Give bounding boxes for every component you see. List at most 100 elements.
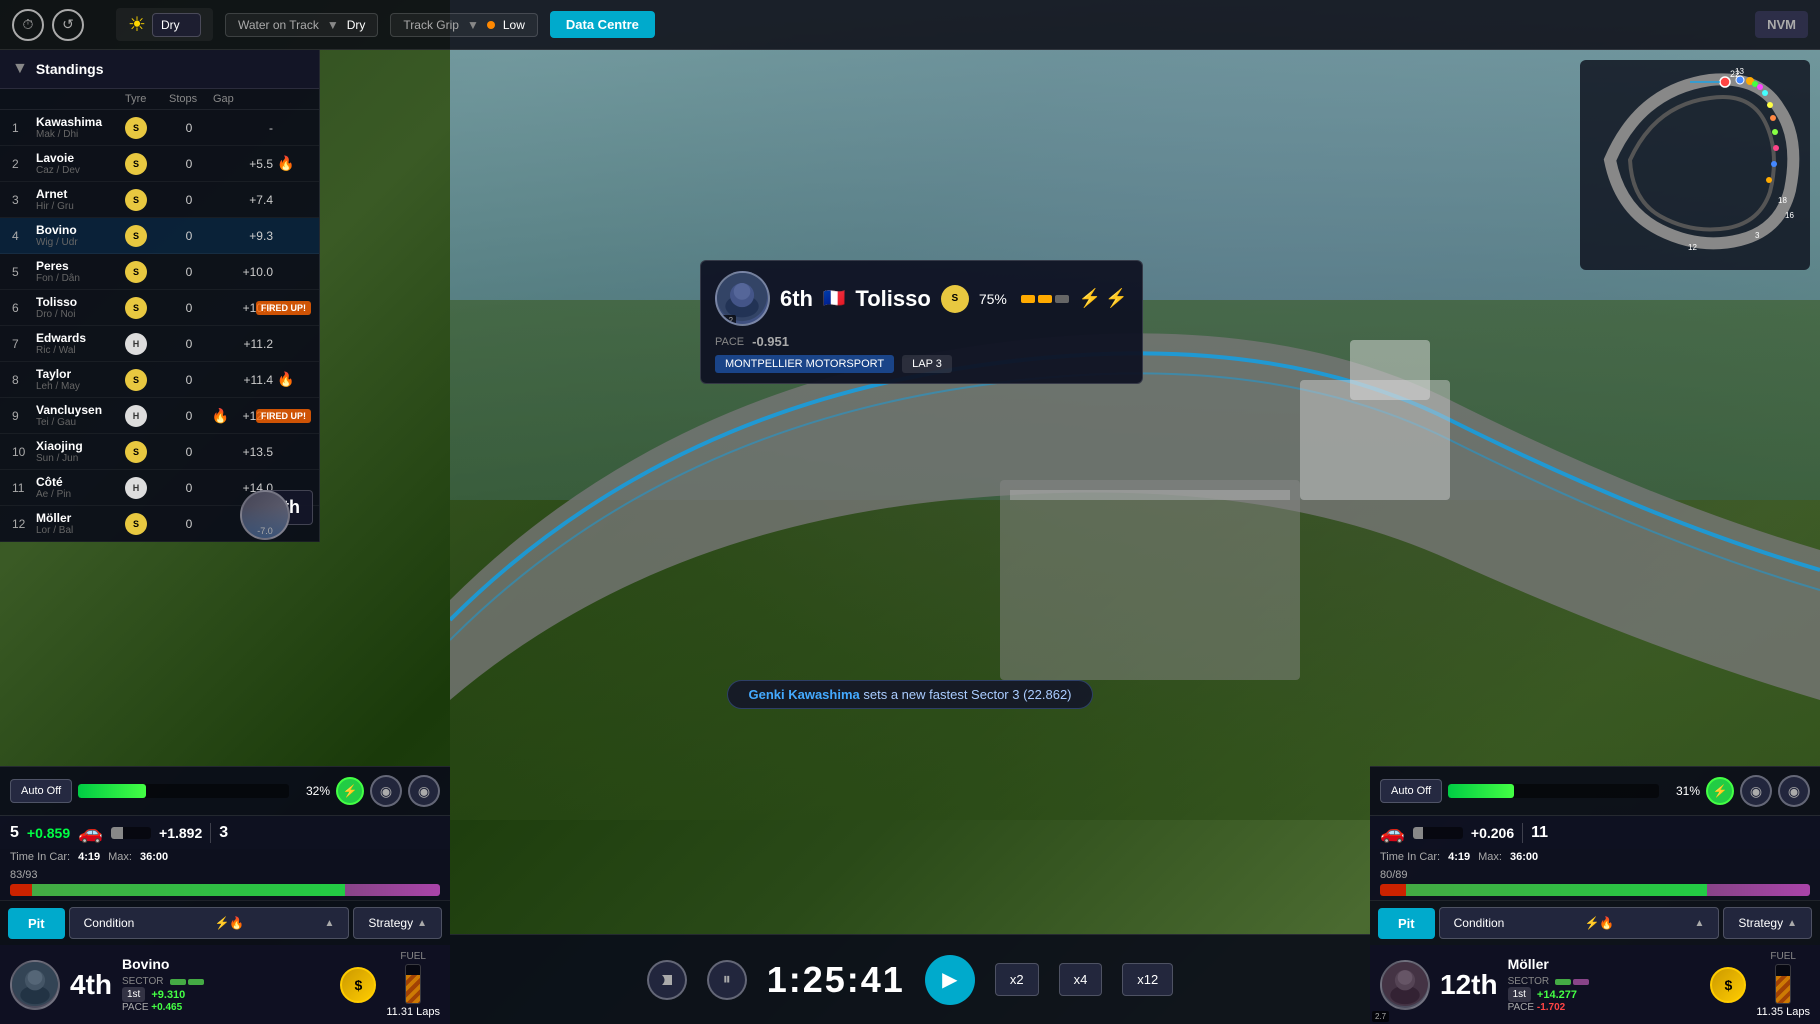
position: 12 xyxy=(12,517,32,531)
table-row[interactable]: 9 Vancluysen Tei / Gau H 0 +12.1 FIRED U… xyxy=(0,398,319,434)
circle-btn-3[interactable]: ◉ xyxy=(1740,775,1772,807)
auto-off-button-right[interactable]: Auto Off xyxy=(1380,779,1442,803)
position: 2 xyxy=(12,157,32,171)
bottom-driver-row: 4th Bovino Sector 1st +9.310 PACE +0.465… xyxy=(0,945,450,1024)
table-row[interactable]: 7 Edwards Ric / Wal H 0 +11.2 xyxy=(0,326,319,362)
speed-x12-button[interactable]: x12 xyxy=(1122,963,1173,996)
position: 7 xyxy=(12,337,32,351)
position: 3 xyxy=(12,193,32,207)
table-row[interactable]: 3 Arnet Hir / Gru S 0 +7.4 xyxy=(0,182,319,218)
circle-btn-2[interactable]: ◉ xyxy=(408,775,440,807)
position: 10 xyxy=(12,445,32,459)
table-row[interactable]: 10 Xiaojing Sun / Jun S 0 +13.5 xyxy=(0,434,319,470)
position: 6 xyxy=(12,301,32,315)
energy-boost-button[interactable]: ⚡ xyxy=(336,777,364,805)
track-grip-section: Track Grip ▼ Low xyxy=(390,13,537,37)
driver-name: Möller xyxy=(36,511,121,525)
clock-icon[interactable]: ⏱ xyxy=(12,9,44,41)
stops: 0 xyxy=(169,265,209,279)
sector-pos: 1st xyxy=(122,987,145,1002)
sector-bars xyxy=(170,979,204,985)
team-badge: MONTPELLIER MOTORSPORT xyxy=(715,355,894,373)
flame-icon2: 🔥 xyxy=(212,407,229,424)
condition-button-right[interactable]: Condition ⚡🔥 ▲ xyxy=(1439,907,1720,939)
water-track-value: Dry xyxy=(347,18,366,32)
gap: +7.4 xyxy=(213,193,273,207)
tyre-icon: S xyxy=(125,189,147,211)
gap: +10.0 xyxy=(213,265,273,279)
auto-off-button[interactable]: Auto Off xyxy=(10,779,72,803)
stamina-green-right xyxy=(1406,884,1707,896)
stops: 0 xyxy=(169,301,209,315)
pit-button[interactable]: Pit xyxy=(8,908,65,939)
speed-x4-button[interactable]: x4 xyxy=(1059,963,1103,996)
bottom-right-panel: Auto Off 31% ⚡ ◉ ◉ 🚗 +0.206 11 Time In C… xyxy=(1370,766,1820,1024)
table-row[interactable]: 2 Lavoie Caz / Dev S 0 +5.5 🔥 xyxy=(0,146,319,182)
driver-name: Edwards xyxy=(36,331,121,345)
fired-up-badge: FIRED UP! xyxy=(256,409,311,423)
action-row-right: Pit Condition ⚡🔥 ▲ Strategy ▲ xyxy=(1370,900,1820,945)
divider xyxy=(210,823,211,843)
table-row[interactable]: 6 Tolisso Dro / Noi S 0 +10.9 FIRED UP! xyxy=(0,290,319,326)
speed-x2-button[interactable]: x2 xyxy=(995,963,1039,996)
sector-bar-r2 xyxy=(1573,979,1589,985)
energy-controls-right: Auto Off 31% ⚡ ◉ ◉ xyxy=(1370,767,1820,816)
notif-highlight: Genki Kawashima xyxy=(748,687,859,702)
pit-button-right[interactable]: Pit xyxy=(1378,908,1435,939)
strategy-button[interactable]: Strategy ▲ xyxy=(353,907,442,939)
driver-sub: Wig / Udr xyxy=(36,237,121,248)
fuel-label: FUEL xyxy=(400,951,426,962)
tyre-icon: H xyxy=(125,477,147,499)
sector-bar-r1 xyxy=(1555,979,1571,985)
standings-title: Standings xyxy=(36,61,104,77)
driver-sub: Dro / Noi xyxy=(36,309,121,320)
lap-number: 5 xyxy=(10,824,19,842)
table-row[interactable]: 5 Peres Fon / Dân S 0 +10.0 xyxy=(0,254,319,290)
gap: +11.2 xyxy=(213,337,273,351)
table-row[interactable]: 8 Taylor Leh / May S 0 +11.4 🔥 xyxy=(0,362,319,398)
max-time-val: 36:00 xyxy=(140,851,168,863)
stamina-label-right: 80/89 xyxy=(1380,869,1408,881)
circle-btn-1[interactable]: ◉ xyxy=(370,775,402,807)
notification-pill: Genki Kawashima sets a new fastest Secto… xyxy=(727,680,1092,709)
top-bar: ⏱ ↺ ☀ Dry Water on Track ▼ Dry Track Gri… xyxy=(0,0,1820,50)
condition-button[interactable]: Condition ⚡🔥 ▲ xyxy=(69,907,350,939)
table-row[interactable]: 4 Bovino Wig / Udr S 0 +9.3 xyxy=(0,218,319,254)
stops: 0 xyxy=(169,157,209,171)
replay-icon[interactable]: ↺ xyxy=(52,9,84,41)
fired-up-badge: FIRED UP! xyxy=(256,301,311,315)
car-driver-name: Tolisso xyxy=(855,286,930,312)
energy-boost-button-right[interactable]: ⚡ xyxy=(1706,777,1734,805)
fuel-fill-right xyxy=(1776,976,1790,1003)
sector-pos-right: 1st xyxy=(1508,987,1531,1002)
gap: +13.5 xyxy=(213,445,273,459)
car-hud: 4.2 6th 🇫🇷 Tolisso S 75% ⚡ ⚡ PACE -0.951… xyxy=(700,260,1143,384)
position: 5 xyxy=(12,265,32,279)
tyre-icon: S xyxy=(125,153,147,175)
table-row[interactable]: 1 Kawashima Mak / Dhi S 0 - xyxy=(0,110,319,146)
coin-icon-right: $ xyxy=(1710,967,1746,1003)
stops: 0 xyxy=(169,517,209,531)
play-button[interactable]: ▶ xyxy=(925,955,975,1005)
driver-sub: Tei / Gau xyxy=(36,417,121,428)
data-centre-button[interactable]: Data Centre xyxy=(550,11,655,38)
player-thumbnail: -7.0 xyxy=(240,490,290,540)
pause-button[interactable]: ⏸ xyxy=(707,960,747,1000)
circle-btn-4[interactable]: ◉ xyxy=(1778,775,1810,807)
strategy-button-right[interactable]: Strategy ▲ xyxy=(1723,907,1812,939)
weather-dropdown[interactable]: Dry xyxy=(152,13,201,37)
track-grip-value: Low xyxy=(503,18,525,32)
gap-val-1: +0.859 xyxy=(27,825,70,841)
driver-sub: Sun / Jun xyxy=(36,453,121,464)
flame-icon: 🔥 xyxy=(277,371,307,388)
energy-bar xyxy=(78,784,289,798)
gap-val-2: +1.892 xyxy=(159,825,202,841)
driver-name: Lavoie xyxy=(36,151,121,165)
energy-percent: 32% xyxy=(295,784,330,798)
notification-area: Genki Kawashima sets a new fastest Secto… xyxy=(450,680,1370,709)
gap: +11.4 xyxy=(213,373,273,387)
driver-avatar xyxy=(10,960,60,1010)
tyre-temp-bar xyxy=(1021,295,1069,303)
nav-left-button[interactable] xyxy=(647,960,687,1000)
driver-name: Taylor xyxy=(36,367,121,381)
